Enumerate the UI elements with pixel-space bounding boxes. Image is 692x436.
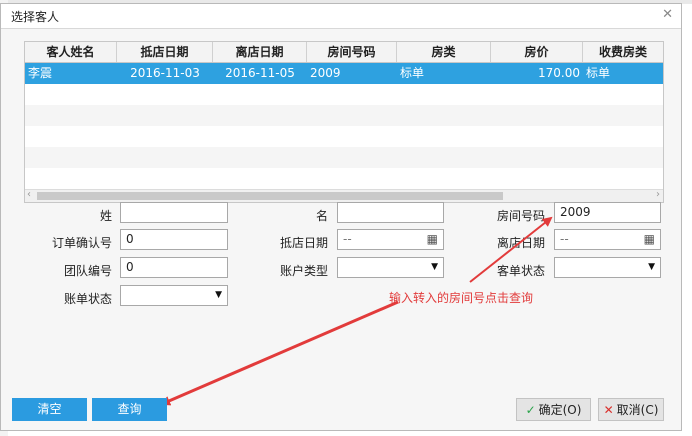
clear-button[interactable]: 清空 — [12, 398, 87, 421]
check-icon: ✓ — [525, 403, 536, 417]
x-icon: ✕ — [603, 403, 614, 417]
cancel-button-label: 取消(C) — [616, 403, 659, 417]
ok-button[interactable]: ✓ 确定(O) — [516, 398, 591, 421]
annotation-arrows — [160, 216, 553, 406]
cancel-button[interactable]: ✕ 取消(C) — [598, 398, 664, 421]
arrow-to-query-button — [160, 300, 399, 406]
ok-button-label: 确定(O) — [538, 403, 582, 417]
query-button[interactable]: 查询 — [92, 398, 167, 421]
annotation-note: 输入转入的房间号点击查询 — [389, 291, 534, 305]
arrow-to-room-field — [469, 216, 553, 283]
